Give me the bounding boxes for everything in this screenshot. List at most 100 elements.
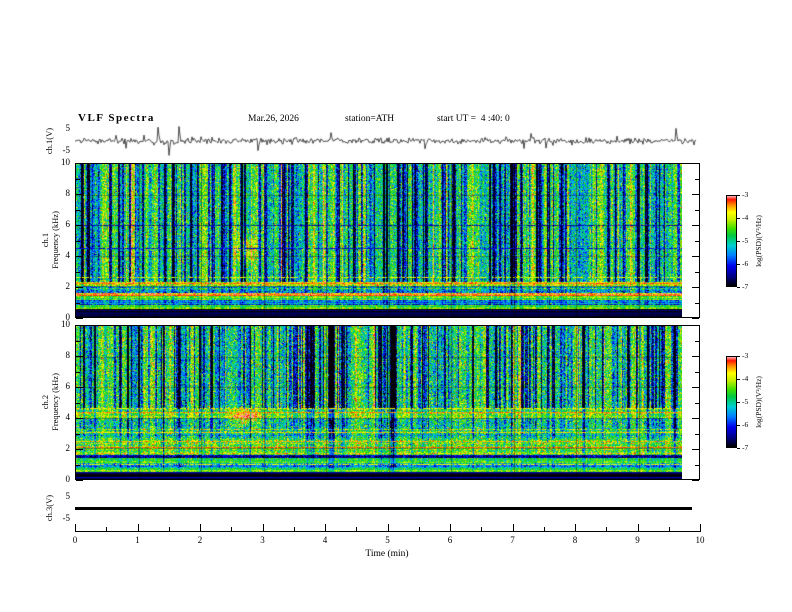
time-axis-title: Time (min)	[365, 549, 409, 559]
start-ut-label: start UT = 4 :40: 0	[437, 114, 510, 124]
ch2-freq-tick	[695, 464, 699, 466]
x-minor-tick	[168, 527, 170, 531]
ch2-freq-tick-label: 4	[65, 412, 71, 422]
x-tick	[450, 524, 451, 531]
ch1-spectrogram-image	[76, 164, 682, 317]
x-tick-label: 2	[197, 535, 203, 545]
ch1-freq-tick	[692, 163, 699, 164]
colorbar-tick	[737, 448, 740, 449]
ch2-freq-tick	[695, 433, 699, 435]
ch2-freq-tick-label: 10	[61, 319, 70, 329]
colorbar-tick-label: -3	[742, 351, 749, 360]
ch1-freq-tick	[692, 194, 699, 195]
x-minor-tick	[293, 527, 295, 531]
x-tick	[262, 524, 264, 531]
ch2-freq-tick	[76, 371, 80, 373]
x-tick	[387, 524, 389, 531]
ch1-freq-tick-label: 4	[65, 250, 71, 260]
ch2-freq-tick	[76, 356, 83, 357]
ch2-freq-tick	[692, 480, 699, 481]
x-tick	[512, 524, 514, 531]
ch2-freq-tick	[692, 387, 699, 388]
ch1-freq-tick	[692, 225, 699, 226]
colorbar-tick-label: -5	[742, 397, 749, 406]
x-tick	[325, 524, 326, 531]
colorbar-tick	[737, 218, 740, 219]
x-minor-tick	[543, 527, 545, 531]
colorbar-tick	[737, 241, 740, 242]
x-minor-tick	[356, 527, 358, 531]
ch2-spectrogram-image	[76, 326, 682, 479]
x-tick	[700, 524, 701, 531]
x-minor-tick	[418, 527, 420, 531]
colorbar-tick	[737, 356, 740, 357]
x-tick	[75, 524, 76, 531]
vlf-spectra-page: VLF Spectra Mar.26, 2026 station=ATH sta…	[0, 0, 792, 612]
ch3-ytick-label: -5	[62, 513, 71, 523]
x-tick-label: 10	[695, 535, 705, 545]
ch2-freq-tick	[76, 480, 83, 481]
colorbar-tick-label: -6	[742, 420, 749, 429]
ch2-freq-tick	[76, 325, 83, 326]
ch1-freq-tick	[692, 287, 699, 288]
x-minor-tick	[231, 527, 233, 531]
x-minor-tick	[106, 527, 108, 531]
ch2-freq-tick	[692, 418, 699, 419]
ch2-freq-tick	[76, 418, 83, 419]
ch2-spectrogram-panel	[75, 325, 700, 480]
x-tick	[637, 524, 639, 531]
ch2-freq-tick	[695, 371, 699, 373]
ch2-freq-tick-label: 0	[65, 474, 71, 484]
colorbar-tick	[737, 379, 740, 380]
ch2-freq-tick	[695, 402, 699, 404]
ch1-freq-tick	[695, 302, 699, 304]
ch2-freq-tick	[76, 340, 80, 342]
ch2-freq-tick	[76, 449, 83, 450]
station-label: station=ATH	[345, 114, 395, 124]
colorbar-tick-label: -6	[742, 259, 749, 268]
colorbar-tick-label: -3	[742, 190, 749, 199]
x-tick	[575, 524, 576, 531]
x-tick-label: 6	[447, 535, 453, 545]
ch1-freq-tick	[695, 271, 699, 273]
time-axis-line	[75, 531, 701, 532]
ch1-waveform-plot	[75, 126, 697, 156]
ch1-freq-tick	[76, 178, 80, 180]
colorbar-tick-label: -7	[742, 282, 749, 291]
colorbar-tick	[737, 402, 740, 403]
ch2-freq-tick-label: 2	[65, 443, 71, 453]
x-tick-label: 7	[510, 535, 515, 545]
ch1-spectrogram-panel	[75, 163, 700, 318]
ch2-freq-tick	[695, 340, 699, 342]
x-tick-label: 3	[260, 535, 265, 545]
ch1-freq-tick	[76, 225, 83, 226]
colorbar2	[726, 356, 737, 448]
ch3-ytick-label: 5	[65, 491, 71, 501]
ch1-freq-tick	[695, 178, 699, 180]
x-minor-tick	[606, 527, 608, 531]
x-tick-label: 4	[322, 535, 328, 545]
colorbar-tick-label: -4	[742, 374, 749, 383]
colorbar-tick	[737, 425, 740, 426]
x-tick-label: 5	[385, 535, 390, 545]
ch1-freq-tick	[695, 209, 699, 211]
ch2-freq-tick	[692, 356, 699, 357]
ch2-freq-tick	[76, 387, 83, 388]
x-minor-tick	[668, 527, 670, 531]
ch1-freq-tick	[76, 302, 80, 304]
ch1-freq-tick-label: 8	[65, 188, 71, 198]
ch1-freq-tick	[76, 240, 80, 242]
ch2-freq-tick	[76, 433, 80, 435]
ch1-wave-ytick-label: -5	[62, 145, 71, 155]
x-tick-label: 9	[635, 535, 640, 545]
colorbar-tick-label: -5	[742, 236, 749, 245]
ch1-freq-tick	[692, 318, 699, 319]
ch1-freq-tick	[76, 318, 83, 319]
date-label: Mar.26, 2026	[248, 114, 299, 124]
ch2-freq-tick	[76, 402, 80, 404]
colorbar-tick	[737, 264, 740, 265]
ch1-freq-tick	[76, 287, 83, 288]
ch1-freq-tick	[76, 163, 83, 164]
ch2-freq-tick-label: 6	[65, 381, 71, 391]
ch1-freq-tick-label: 2	[65, 281, 71, 291]
